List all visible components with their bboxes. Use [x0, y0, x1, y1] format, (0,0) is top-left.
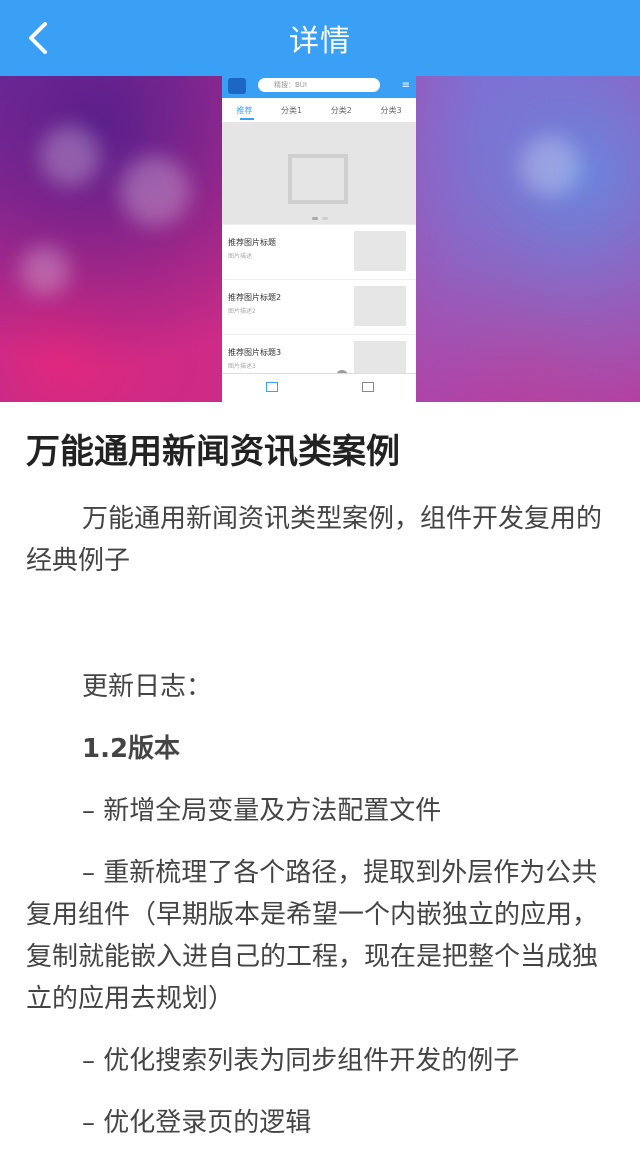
menu-icon: ≡ — [401, 80, 410, 91]
preview-search-input: 精搜：BUI — [258, 78, 380, 92]
article-title: 万能通用新闻资讯类案例 — [26, 432, 400, 472]
app-preview-mockup: 精搜：BUI ≡ 推荐 分类1 分类2 分类3 推荐图片标题 图片描述 推荐图片… — [222, 76, 416, 402]
back-button[interactable] — [18, 18, 58, 58]
changelog-item: – 优化搜索列表为同步组件开发的例子 — [82, 1046, 520, 1076]
category-icon — [362, 382, 374, 392]
article-intro: 万能通用新闻资讯类型案例，组件开发复用的经典例子 — [26, 504, 603, 576]
image-placeholder-icon — [354, 286, 406, 326]
home-icon — [266, 382, 278, 392]
version-label: 1.2版本 — [82, 734, 181, 764]
preview-tab: 推荐 — [236, 105, 253, 115]
preview-list-item: 推荐图片标题2 图片描述2 — [222, 279, 416, 334]
banner-image[interactable]: 精搜：BUI ≡ 推荐 分类1 分类2 分类3 推荐图片标题 图片描述 推荐图片… — [0, 76, 640, 402]
changelog-item: – 优化登录页的逻辑 — [82, 1108, 312, 1138]
preview-tab: 分类1 — [281, 105, 303, 115]
changelog-heading: 更新日志： — [82, 672, 213, 702]
chevron-left-icon — [29, 22, 47, 54]
page-title: 详情 — [289, 24, 351, 59]
header-bar: 详情 — [0, 0, 640, 76]
preview-tab: 分类2 — [330, 105, 352, 115]
preview-list-item: 推荐图片标题 图片描述 — [222, 224, 416, 279]
preview-tab: 分类3 — [380, 105, 402, 115]
image-placeholder-icon — [288, 154, 348, 204]
changelog-item: – 重新梳理了各个路径，提取到外层作为公共复用组件（早期版本是希望一个内嵌独立的… — [26, 858, 599, 1014]
changelog-item: – 新增全局变量及方法配置文件 — [82, 796, 442, 826]
image-placeholder-icon — [354, 231, 406, 271]
article-body: 万能通用新闻资讯类案例 万能通用新闻资讯类型案例，组件开发复用的经典例子 更新日… — [26, 412, 616, 1164]
app-logo-icon — [228, 78, 246, 94]
